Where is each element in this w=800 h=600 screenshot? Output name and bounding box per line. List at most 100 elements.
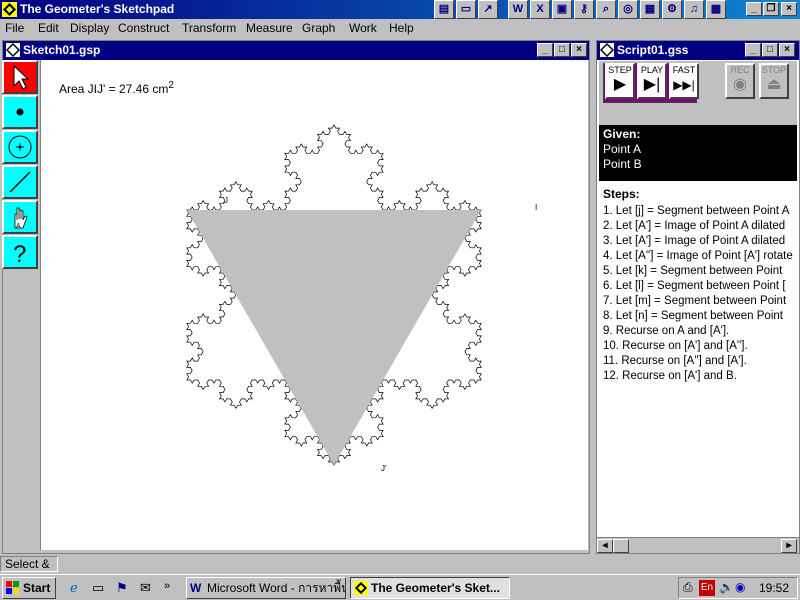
steps-section: Steps: 1. Let [j] = Segment between Poin… bbox=[603, 187, 793, 384]
menu-work[interactable]: Work bbox=[349, 21, 377, 35]
task-word[interactable]: W Microsoft Word - การหาพื้น... bbox=[186, 577, 346, 599]
koch-snowflake-drawing: J J' I bbox=[186, 124, 537, 473]
point-label-j: J bbox=[224, 196, 228, 205]
internet-icon[interactable]: ◎ bbox=[618, 0, 638, 19]
step-line: 2. Let [A'] = Image of Point A dilated bbox=[603, 220, 786, 232]
given-item[interactable]: Point B bbox=[603, 157, 793, 172]
ie-quicklaunch-icon[interactable]: ℯ bbox=[70, 580, 86, 596]
sketch-doc-icon bbox=[6, 43, 20, 57]
media-icon[interactable]: ♫ bbox=[684, 0, 704, 19]
word-task-icon: W bbox=[190, 581, 202, 595]
quicklaunch-more-icon[interactable]: » bbox=[164, 580, 176, 596]
step-line: 12. Recurse on [A'] and B. bbox=[603, 370, 737, 382]
scroll-thumb[interactable] bbox=[613, 539, 629, 553]
search-icon[interactable]: ⌕ bbox=[596, 0, 616, 19]
hand-text-icon: A bbox=[14, 207, 28, 230]
script-controls: STEP ▶ PLAY ▶| FAST ▶▶| REC ◉ STOP ⏏ bbox=[599, 61, 797, 125]
given-header: Given: bbox=[603, 127, 641, 141]
shaded-triangle[interactable] bbox=[186, 210, 482, 465]
stop-icon: ⏏ bbox=[766, 76, 782, 93]
presentation-icon[interactable]: ▣ bbox=[552, 0, 572, 19]
script-tool[interactable]: ? bbox=[2, 235, 38, 269]
desktop-quicklaunch-icon[interactable]: ▭ bbox=[92, 580, 108, 596]
fast-icon: ▶▶| bbox=[673, 78, 695, 92]
sketch-close-button[interactable]: × bbox=[571, 43, 587, 57]
excel-icon[interactable]: X bbox=[530, 0, 550, 19]
menu-construct[interactable]: Construct bbox=[118, 21, 169, 35]
app-title: The Geometer's Sketchpad bbox=[20, 2, 175, 16]
fast-button[interactable]: FAST ▶▶| bbox=[669, 63, 699, 99]
compass-tool[interactable] bbox=[2, 130, 38, 164]
app-restore-button[interactable]: ❐ bbox=[763, 2, 779, 16]
point-tool[interactable] bbox=[2, 95, 38, 129]
status-bar: Select & bbox=[0, 556, 800, 572]
script-maximize-button[interactable]: □ bbox=[762, 43, 778, 57]
channels-quicklaunch-icon[interactable]: ⚑ bbox=[116, 580, 132, 596]
menu-display[interactable]: Display bbox=[70, 21, 109, 35]
language-indicator[interactable]: En bbox=[699, 580, 715, 596]
point-label-i: I bbox=[535, 203, 537, 212]
app-minimize-button[interactable]: _ bbox=[746, 2, 762, 16]
sketchpad-app-icon bbox=[2, 2, 17, 17]
step-line: 3. Let [A'] = Image of Point A dilated bbox=[603, 235, 786, 247]
play-icon: ▶| bbox=[643, 76, 661, 93]
task-sketchpad[interactable]: The Geometer's Sket... bbox=[350, 577, 510, 599]
start-button[interactable]: Start bbox=[2, 577, 56, 599]
script-titlebar[interactable]: Script01.gss _ □ × bbox=[597, 41, 799, 60]
step-icon: ▶ bbox=[613, 76, 627, 93]
menu-transform[interactable]: Transform bbox=[182, 21, 236, 35]
script-doc-icon bbox=[600, 43, 614, 57]
arrow-pointer-icon bbox=[13, 64, 30, 90]
script-title: Script01.gss bbox=[617, 43, 689, 57]
clock: 19:52 bbox=[758, 581, 789, 595]
circle-compass-icon bbox=[8, 135, 32, 159]
app-titlebar[interactable]: The Geometer's Sketchpad ▤ ▭ ↗ W X ▣ ⚷ ⌕… bbox=[0, 0, 800, 19]
script-minimize-button[interactable]: _ bbox=[745, 43, 761, 57]
app-close-button[interactable]: × bbox=[781, 2, 797, 16]
play-button[interactable]: PLAY ▶| bbox=[637, 63, 667, 99]
step-line: 4. Let [A''] = Image of Point [A'] rotat… bbox=[603, 250, 793, 262]
network-tray-icon[interactable]: ◉ bbox=[735, 580, 745, 594]
network-icon[interactable]: ▦ bbox=[640, 0, 660, 19]
image-icon[interactable]: ▩ bbox=[706, 0, 726, 19]
segment-tool[interactable] bbox=[2, 165, 38, 199]
svg-text:A: A bbox=[16, 223, 21, 230]
sketch-maximize-button[interactable]: □ bbox=[554, 43, 570, 57]
scroll-right-button[interactable]: ▸ bbox=[781, 539, 797, 553]
notepad-icon[interactable]: ▤ bbox=[434, 0, 454, 19]
text-tool[interactable]: A bbox=[2, 200, 38, 234]
step-line: 7. Let [m] = Segment between Point bbox=[603, 295, 787, 307]
sketch-title: Sketch01.gsp bbox=[23, 43, 101, 57]
script-close-button[interactable]: × bbox=[779, 43, 795, 57]
record-icon: ◉ bbox=[733, 76, 747, 93]
question-mark-icon: ? bbox=[13, 241, 26, 268]
given-item[interactable]: Point A bbox=[603, 142, 793, 157]
scroll-left-button[interactable]: ◂ bbox=[597, 539, 613, 553]
volume-icon[interactable]: 🔈 bbox=[719, 580, 734, 594]
script-window: Script01.gss _ □ × STEP ▶ PLAY ▶| FAST ▶▶| … bbox=[596, 40, 800, 554]
outlook-quicklaunch-icon[interactable]: ✉ bbox=[140, 580, 156, 596]
menu-measure[interactable]: Measure bbox=[246, 21, 293, 35]
printer-tray-icon[interactable]: ⎙ bbox=[683, 580, 693, 595]
step-line: 10. Recurse on [A'] and [A'']. bbox=[603, 340, 748, 352]
sketch-canvas[interactable]: Area JIJ' = 27.46 cm2 J J' I bbox=[40, 60, 588, 550]
open-icon[interactable]: ↗ bbox=[478, 0, 498, 19]
folder-icon[interactable]: ▭ bbox=[456, 0, 476, 19]
stop-button[interactable]: STOP ⏏ bbox=[759, 63, 789, 99]
word-icon[interactable]: W bbox=[508, 0, 528, 19]
tools-icon[interactable]: ⚙ bbox=[662, 0, 682, 19]
sketch-titlebar[interactable]: Sketch01.gsp _ □ × bbox=[3, 41, 589, 60]
menu-edit[interactable]: Edit bbox=[38, 21, 59, 35]
step-button[interactable]: STEP ▶ bbox=[605, 63, 635, 99]
menu-graph[interactable]: Graph bbox=[302, 21, 335, 35]
sketch-minimize-button[interactable]: _ bbox=[537, 43, 553, 57]
menu-help[interactable]: Help bbox=[389, 21, 414, 35]
given-section: Given: Point A Point B bbox=[599, 125, 797, 181]
script-horizontal-scrollbar[interactable]: ◂ ▸ bbox=[597, 537, 799, 553]
arrow-tool[interactable] bbox=[2, 60, 38, 94]
sketchpad-task-icon bbox=[354, 581, 368, 595]
menu-file[interactable]: File bbox=[5, 21, 24, 35]
record-button[interactable]: REC ◉ bbox=[725, 63, 755, 99]
key-icon[interactable]: ⚷ bbox=[574, 0, 594, 19]
svg-text:?: ? bbox=[13, 241, 26, 267]
